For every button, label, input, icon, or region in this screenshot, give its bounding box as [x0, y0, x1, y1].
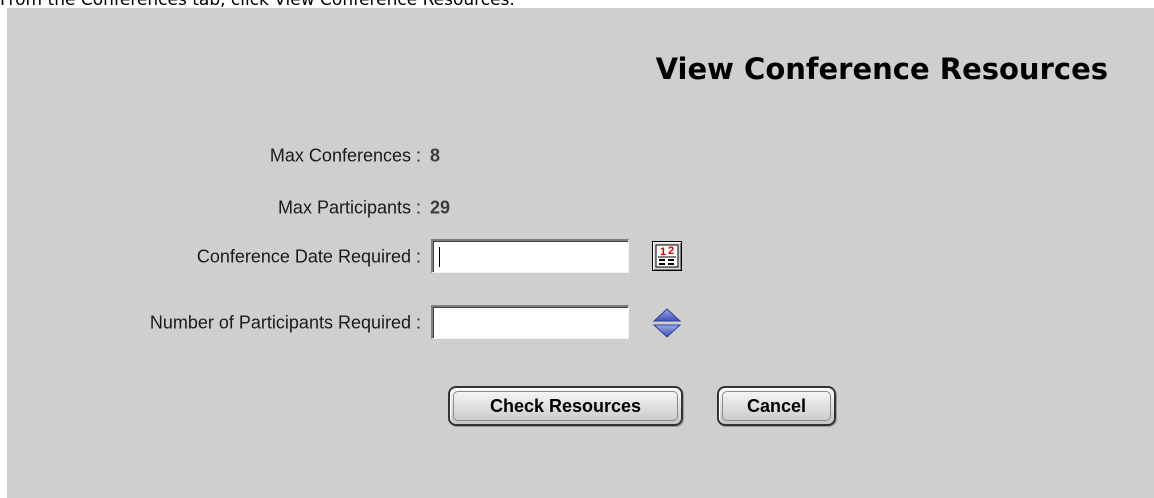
max-participants-label: Max Participants : — [277, 197, 421, 218]
conference-date-row: Conference Date Required : 1 2 — [7, 239, 1154, 275]
participants-spinner[interactable] — [651, 306, 683, 340]
up-down-spinner-icon — [652, 308, 682, 338]
calendar-button[interactable]: 1 2 — [652, 241, 682, 271]
participants-required-input[interactable] — [431, 305, 629, 339]
max-conferences-value: 8 — [430, 145, 441, 166]
page-title: View Conference Resources — [655, 52, 1108, 86]
participants-required-row: Number of Participants Required : — [7, 305, 1154, 341]
calendar-icon: 1 2 — [655, 244, 679, 268]
max-participants-row: Max Participants : 29 — [7, 190, 1154, 226]
svg-text:2: 2 — [668, 245, 674, 257]
conference-date-input[interactable] — [431, 239, 629, 273]
max-conferences-row: Max Conferences : 8 — [7, 138, 1154, 174]
cancel-button[interactable]: Cancel — [717, 386, 836, 426]
conference-date-label: Conference Date Required : — [196, 246, 421, 267]
instruction-text: From the Conferences tab, click View Con… — [0, 0, 515, 10]
text-caret — [439, 247, 440, 267]
participants-required-label: Number of Participants Required : — [149, 312, 421, 333]
max-participants-value: 29 — [430, 197, 451, 218]
max-conferences-label: Max Conferences : — [269, 145, 421, 166]
check-resources-button[interactable]: Check Resources — [448, 386, 683, 426]
resources-panel: View Conference Resources Max Conference… — [7, 8, 1154, 498]
page-root: From the Conferences tab, click View Con… — [0, 0, 1154, 498]
svg-text:1: 1 — [660, 246, 666, 258]
